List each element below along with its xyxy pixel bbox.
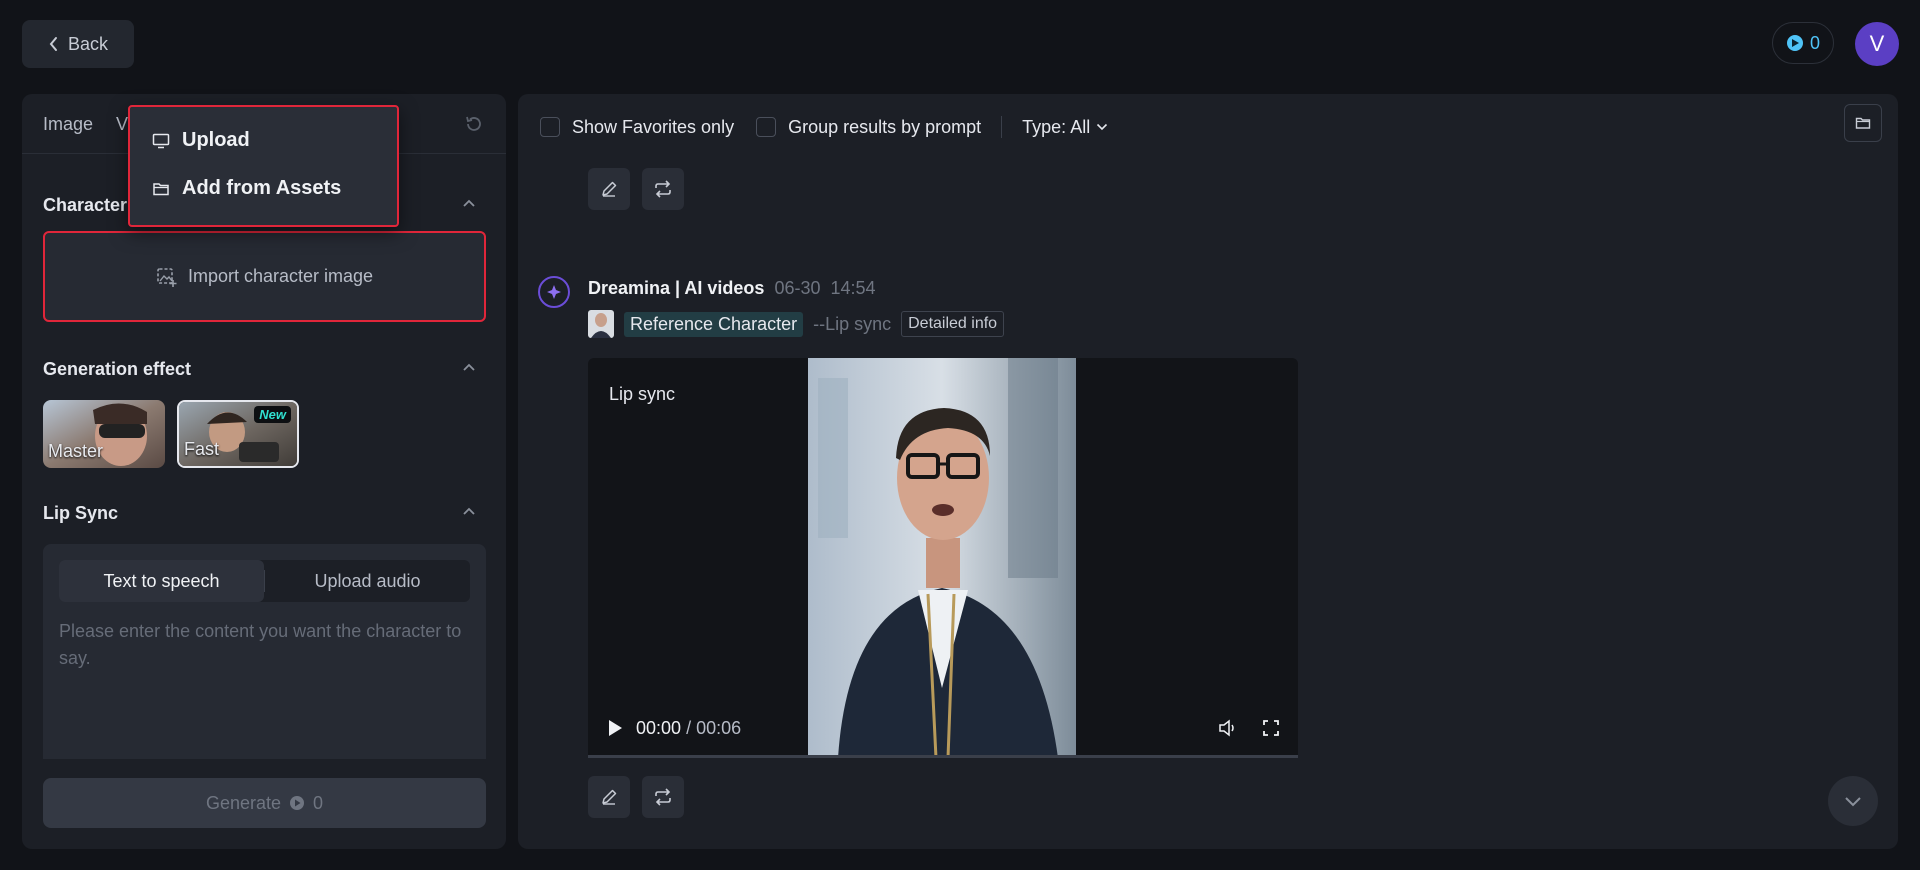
- lip-sync-box: Text to speech Upload audio Please enter…: [43, 544, 486, 759]
- assets-folder-button[interactable]: [1844, 104, 1882, 142]
- back-button[interactable]: Back: [22, 20, 134, 68]
- favorites-label[interactable]: Show Favorites only: [572, 117, 734, 138]
- video-label: Lip sync: [609, 384, 676, 404]
- mode-label: --Lip sync: [813, 313, 892, 334]
- tab-text-to-speech-label: Text to speech: [103, 570, 220, 591]
- tab-video[interactable]: V: [116, 114, 128, 135]
- video-controls: 00:00 / 00:06: [588, 698, 1298, 758]
- repeat-icon: [653, 180, 673, 198]
- effect-master-label: Master: [48, 441, 104, 461]
- new-badge: New: [254, 406, 291, 423]
- image-add-icon: [156, 266, 178, 288]
- avatar-letter: V: [1869, 31, 1885, 56]
- monitor-icon: [152, 132, 170, 150]
- author-name: Dreamina | AI videos: [588, 278, 765, 298]
- chevron-up-icon[interactable]: [462, 198, 476, 208]
- credit-icon: [289, 795, 305, 811]
- repeat-icon: [653, 788, 673, 806]
- pencil-icon: [600, 788, 618, 806]
- volume-icon[interactable]: [1218, 719, 1238, 737]
- group-checkbox[interactable]: [756, 117, 777, 137]
- chevron-left-icon: [48, 36, 60, 52]
- regenerate-button[interactable]: [642, 168, 684, 210]
- upload-menu: Upload Add from Assets: [128, 105, 399, 227]
- pencil-icon: [600, 180, 618, 198]
- play-icon[interactable]: [606, 718, 624, 738]
- filter-bar: Show Favorites only Group results by pro…: [540, 112, 1108, 142]
- results-panel: Show Favorites only Group results by pro…: [518, 94, 1898, 849]
- group-label[interactable]: Group results by prompt: [788, 117, 981, 138]
- fullscreen-icon[interactable]: [1262, 719, 1280, 737]
- type-filter-dropdown[interactable]: Type: All: [1022, 117, 1108, 138]
- tab-upload-audio-label: Upload audio: [314, 570, 421, 591]
- dreamina-logo-icon: [538, 276, 570, 308]
- credits-count: 0: [1809, 32, 1820, 53]
- generation-effect-title: Generation effect: [43, 359, 192, 379]
- menu-item-upload[interactable]: Upload: [152, 129, 250, 152]
- folder-icon: [1855, 115, 1871, 131]
- tab-image[interactable]: Image: [43, 114, 93, 135]
- avatar[interactable]: V: [1855, 22, 1899, 66]
- folder-icon: [152, 180, 170, 198]
- effect-fast-label: Fast: [184, 439, 220, 459]
- menu-item-add-from-assets[interactable]: Add from Assets: [152, 177, 341, 200]
- chevron-up-icon[interactable]: [462, 506, 476, 516]
- back-label: Back: [67, 33, 109, 54]
- chevron-down-icon: [1844, 795, 1862, 807]
- result-date: 06-30: [774, 278, 821, 298]
- chevron-down-icon: [1096, 123, 1108, 131]
- menu-item-add-from-assets-label: Add from Assets: [182, 177, 342, 199]
- regenerate-button[interactable]: [642, 776, 684, 818]
- favorites-checkbox[interactable]: [540, 117, 560, 137]
- prompt-row: Reference Character --Lip sync Detailed …: [588, 310, 1005, 338]
- generate-button[interactable]: Generate 0: [43, 778, 486, 828]
- type-filter-label: Type: All: [1022, 116, 1091, 137]
- edit-button[interactable]: [588, 776, 630, 818]
- lip-sync-title: Lip Sync: [43, 503, 119, 523]
- generate-cost: 0: [313, 792, 324, 813]
- chevron-up-icon[interactable]: [462, 362, 476, 372]
- effect-fast[interactable]: New Fast: [177, 400, 299, 468]
- credits-badge[interactable]: 0: [1772, 22, 1834, 64]
- speech-text-input[interactable]: Please enter the content you want the ch…: [59, 618, 471, 672]
- result-meta: Dreamina | AI videos 06-30 14:54: [588, 278, 876, 299]
- reset-icon[interactable]: [464, 114, 484, 134]
- edit-button[interactable]: [588, 168, 630, 210]
- reference-character-chip[interactable]: Reference Character: [624, 311, 804, 337]
- import-label: Import character image: [187, 266, 374, 286]
- reference-thumbnail: [588, 310, 614, 338]
- generate-label: Generate: [205, 792, 282, 813]
- scroll-down-button[interactable]: [1828, 776, 1878, 826]
- video-progress-bar[interactable]: [588, 755, 1298, 758]
- lip-sync-mode-switch: Text to speech Upload audio: [59, 560, 470, 602]
- video-player[interactable]: Lip sync 00:00 / 00:06: [588, 358, 1298, 758]
- effect-master[interactable]: Master: [43, 400, 165, 468]
- result-time: 14:54: [830, 278, 876, 298]
- menu-item-upload-label: Upload: [182, 129, 250, 151]
- tab-text-to-speech[interactable]: Text to speech: [59, 560, 264, 602]
- video-time: 00:00 / 00:06: [636, 718, 741, 739]
- divider: [1001, 116, 1003, 138]
- detailed-info-button[interactable]: Detailed info: [901, 311, 1005, 337]
- credit-icon: [1786, 34, 1804, 52]
- character-title: Character: [43, 195, 128, 215]
- current-time: 00:00: [636, 717, 682, 738]
- tab-upload-audio[interactable]: Upload audio: [265, 560, 470, 602]
- import-character-button[interactable]: Import character image: [43, 231, 486, 322]
- video-duration: / 00:06: [686, 717, 742, 738]
